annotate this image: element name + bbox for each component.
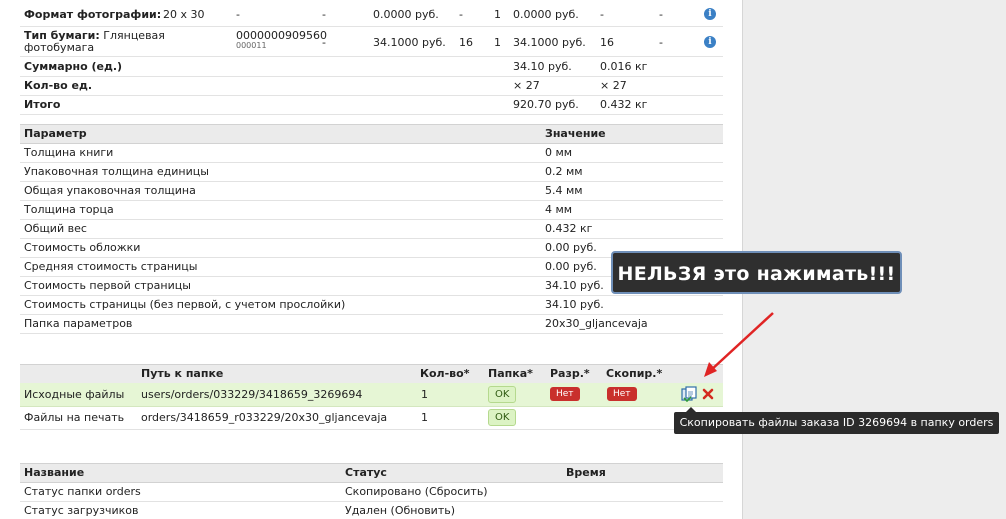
copy-tooltip: Скопировать файлы заказа ID 3269694 в па… (674, 407, 999, 434)
warning-callout: НЕЛЬЗЯ это нажимать!!! (611, 251, 902, 294)
